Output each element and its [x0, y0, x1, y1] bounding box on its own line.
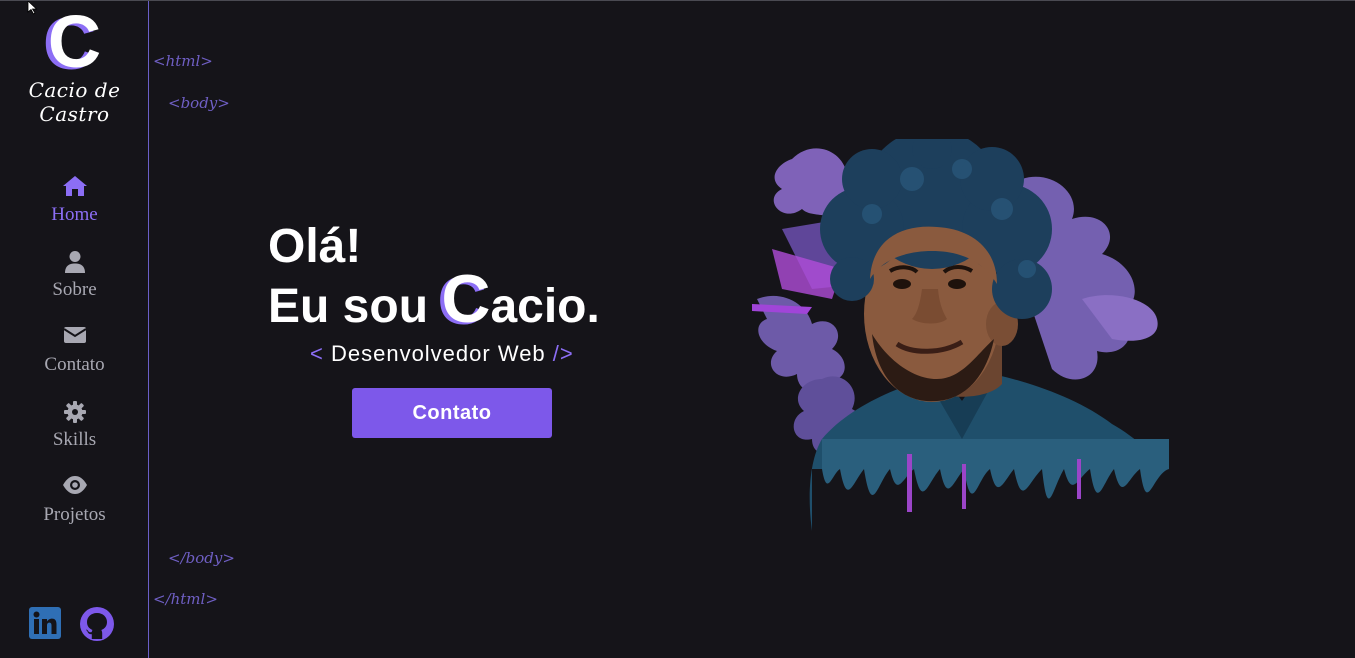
nav-item-projetos[interactable]: Projetos	[0, 473, 149, 548]
sidebar: C Cacio de Castro Home Sobre Contato Ski…	[0, 1, 149, 658]
logo-letter: C	[47, 0, 102, 83]
gear-icon	[0, 398, 149, 428]
nav-item-skills[interactable]: Skills	[0, 398, 149, 473]
nav-item-home[interactable]: Home	[0, 173, 149, 248]
eye-icon	[0, 473, 149, 503]
logo[interactable]: C	[0, 3, 149, 81]
code-tag-body-open: <body>	[168, 94, 230, 112]
home-icon	[0, 173, 149, 203]
nav-item-sobre[interactable]: Sobre	[0, 248, 149, 323]
linkedin-link[interactable]	[29, 607, 61, 644]
code-tag-html-open: <html>	[153, 52, 213, 70]
user-icon	[0, 248, 149, 278]
mouse-cursor-icon	[27, 1, 38, 15]
hero-subtitle: < Desenvolvedor Web />	[310, 341, 574, 367]
main-nav: Home Sobre Contato Skills Projetos	[0, 173, 149, 548]
envelope-icon	[0, 323, 149, 353]
code-tag-html-close: </html>	[153, 590, 218, 608]
code-tag-body-close: </body>	[168, 549, 235, 567]
nav-label-sobre: Sobre	[52, 279, 97, 300]
hero-greeting: Olá!	[268, 220, 362, 273]
hero-title: Olá! Eu sou Cacio.	[268, 220, 600, 337]
hero-big-letter: C	[441, 261, 491, 337]
page: C Cacio de Castro Home Sobre Contato Ski…	[0, 0, 1355, 658]
nav-label-projetos: Projetos	[43, 504, 106, 525]
hero-intro-prefix: Eu sou	[268, 280, 442, 333]
github-icon	[80, 607, 114, 641]
logo-name: Cacio de Castro	[28, 78, 121, 126]
nav-label-home: Home	[51, 204, 98, 225]
subtitle-text: Desenvolvedor Web	[330, 341, 546, 366]
subtitle-open-bracket: <	[310, 341, 331, 366]
contact-button[interactable]: Contato	[352, 388, 552, 438]
nav-label-contato: Contato	[44, 354, 105, 375]
nav-label-skills: Skills	[52, 429, 97, 450]
profile-portrait	[752, 139, 1172, 531]
social-links	[29, 607, 129, 643]
subtitle-close-bracket: />	[545, 341, 574, 366]
github-link[interactable]	[80, 607, 114, 646]
linkedin-icon	[29, 607, 61, 639]
nav-item-contato[interactable]: Contato	[0, 323, 149, 398]
hero-intro-suffix: acio.	[490, 280, 600, 333]
